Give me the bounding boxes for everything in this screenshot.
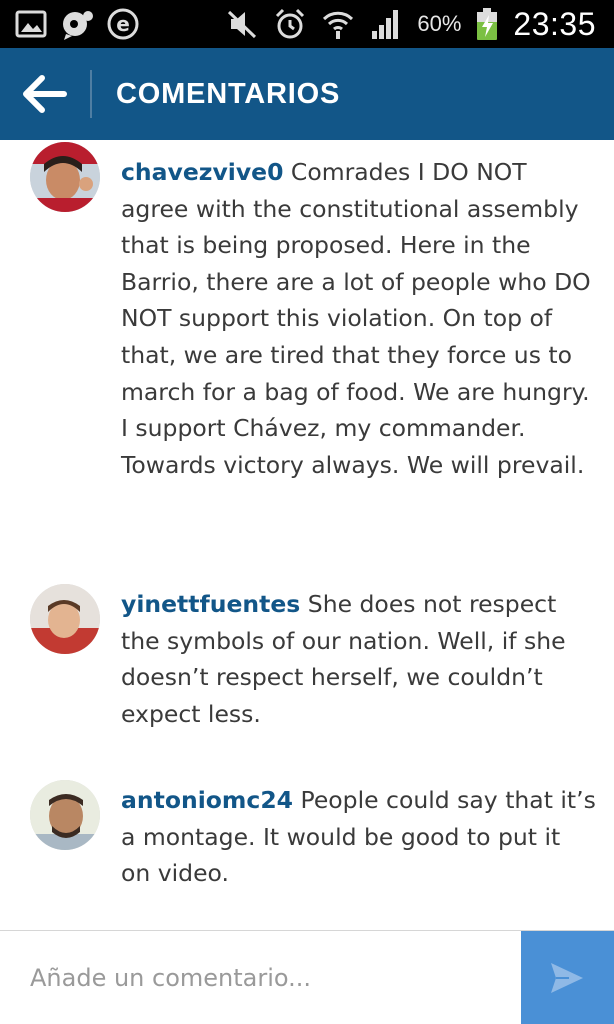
comments-list[interactable]: chavezvive0 Comrades I DO NOT agree with…	[0, 140, 614, 930]
comment-composer	[0, 930, 614, 1024]
app-bar: COMENTARIOS	[0, 48, 614, 140]
status-bar-right: 60% 23:35	[225, 0, 596, 48]
e-icon: e	[106, 7, 140, 41]
avatar[interactable]	[30, 584, 100, 654]
comment-username[interactable]: antoniomc24	[121, 786, 293, 814]
header-divider	[90, 70, 92, 118]
avatar[interactable]	[30, 142, 100, 212]
avatar[interactable]	[30, 780, 100, 850]
mute-icon	[225, 7, 259, 41]
back-arrow-icon	[23, 75, 67, 113]
battery-charging-icon	[475, 7, 499, 41]
battery-percentage: 60%	[417, 11, 462, 36]
comment-text: antoniomc24 People could say that it’s a…	[121, 782, 596, 892]
comment-text: chavezvive0 Comrades I DO NOT agree with…	[121, 154, 596, 483]
svg-text:e: e	[116, 12, 130, 36]
comment-username[interactable]: yinettfuentes	[121, 590, 300, 618]
page-title: COMENTARIOS	[116, 78, 341, 110]
comment-text: yinettfuentes She does not respect the s…	[121, 586, 596, 732]
status-bar: e 60% 23:35	[0, 0, 614, 48]
alarm-icon	[273, 7, 307, 41]
gallery-icon	[14, 7, 48, 41]
clock: 23:35	[513, 5, 596, 42]
send-button[interactable]	[521, 931, 614, 1024]
chat-notification-icon	[60, 7, 94, 41]
send-icon	[551, 963, 583, 993]
signal-icon	[369, 7, 403, 41]
wifi-icon	[321, 7, 355, 41]
comment-username[interactable]: chavezvive0	[121, 158, 283, 186]
status-bar-left: e	[14, 6, 140, 42]
comment-input[interactable]	[0, 931, 520, 1024]
back-button[interactable]	[18, 70, 70, 118]
comment-body: Comrades I DO NOT agree with the constit…	[121, 158, 591, 479]
